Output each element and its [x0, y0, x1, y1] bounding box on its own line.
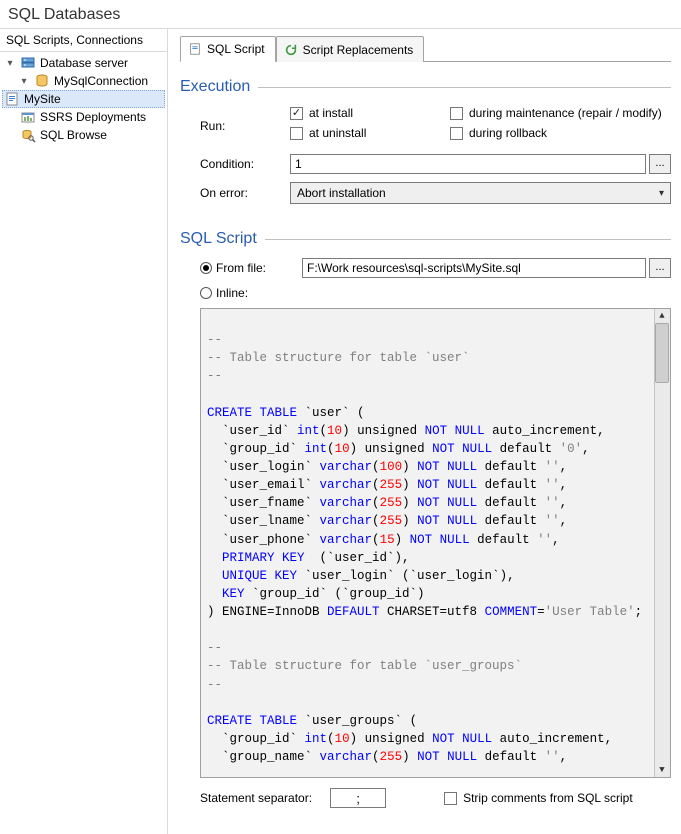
expander-icon[interactable]: ▾ — [4, 58, 16, 69]
tree: ▾ Database server ▾ MySqlConnection — [0, 52, 167, 146]
section-title: Execution — [180, 78, 250, 96]
tree-label: MySite — [24, 92, 61, 106]
scrollbar-track[interactable]: ▲ ▼ — [654, 309, 670, 777]
radio-label: From file: — [216, 261, 266, 275]
checkbox-during-rollback[interactable]: during rollback — [450, 126, 547, 140]
sql-editor[interactable]: -- -- Table structure for table `user` -… — [200, 308, 671, 778]
radio-from-file[interactable]: From file: — [200, 261, 270, 275]
checkbox-icon — [450, 107, 463, 120]
tab-label: SQL Script — [207, 42, 265, 56]
checkbox-label: Strip comments from SQL script — [463, 791, 633, 805]
scrollbar-thumb[interactable] — [655, 323, 669, 383]
section-execution: Execution Run: at install — [180, 78, 671, 212]
tree-label: Database server — [40, 56, 128, 70]
section-title: SQL Script — [180, 230, 257, 248]
divider — [258, 87, 671, 88]
page-title: SQL Databases — [0, 0, 681, 28]
select-value: Abort installation — [297, 186, 386, 200]
chevron-down-icon: ▾ — [659, 188, 664, 199]
checkbox-during-maintenance[interactable]: during maintenance (repair / modify) — [450, 106, 662, 120]
server-icon — [20, 55, 36, 71]
on-error-select[interactable]: Abort installation ▾ — [290, 182, 671, 204]
expander-icon[interactable]: ▾ — [18, 76, 30, 87]
checkbox-label: during rollback — [469, 126, 547, 140]
tree-label: MySqlConnection — [54, 74, 148, 88]
sql-file-icon — [4, 91, 20, 107]
tree-node-ssrs[interactable]: SSRS Deployments — [2, 108, 165, 126]
checkbox-strip-comments[interactable]: Strip comments from SQL script — [444, 791, 633, 805]
checkbox-icon — [450, 127, 463, 140]
checkbox-at-install[interactable]: at install — [290, 106, 440, 120]
separator-input[interactable] — [330, 788, 386, 808]
from-file-input[interactable] — [302, 258, 646, 278]
radio-inline[interactable]: Inline: — [200, 286, 248, 300]
condition-input[interactable] — [290, 154, 646, 174]
ssrs-icon — [20, 109, 36, 125]
tree-node-browse[interactable]: SQL Browse — [2, 126, 165, 144]
checkbox-label: during maintenance (repair / modify) — [469, 106, 662, 120]
section-sql-script: SQL Script From file: ... — [180, 230, 671, 808]
checkbox-at-uninstall[interactable]: at uninstall — [290, 126, 440, 140]
checkbox-label: at install — [309, 106, 353, 120]
checkbox-icon — [290, 107, 303, 120]
checkbox-icon — [290, 127, 303, 140]
checkbox-icon — [444, 792, 457, 805]
run-label: Run: — [200, 119, 290, 133]
tabs: SQL Script Script Replacements — [180, 35, 671, 62]
scroll-down-icon[interactable]: ▼ — [656, 764, 668, 776]
sql-file-icon — [187, 41, 203, 57]
condition-label: Condition: — [200, 157, 290, 171]
tree-label: SQL Browse — [40, 128, 107, 142]
sidebar-title: SQL Scripts, Connections — [0, 29, 167, 52]
separator-label: Statement separator: — [200, 791, 312, 805]
checkbox-label: at uninstall — [309, 126, 366, 140]
radio-icon — [200, 262, 212, 274]
browse-icon — [20, 127, 36, 143]
tree-label: SSRS Deployments — [40, 110, 146, 124]
tree-node-database-server[interactable]: ▾ Database server — [2, 54, 165, 72]
on-error-label: On error: — [200, 186, 290, 200]
main-pane: SQL Script Script Replacements Execution — [168, 29, 681, 834]
divider — [265, 239, 671, 240]
radio-label: Inline: — [216, 286, 248, 300]
tab-label: Script Replacements — [303, 43, 414, 57]
refresh-icon — [283, 42, 299, 58]
from-file-browse-button[interactable]: ... — [649, 258, 671, 278]
tab-script-replacements[interactable]: Script Replacements — [276, 36, 425, 62]
database-icon — [34, 73, 50, 89]
condition-browse-button[interactable]: ... — [649, 154, 671, 174]
radio-icon — [200, 287, 212, 299]
tree-node-script-mysite[interactable]: MySite — [2, 90, 165, 108]
tab-sql-script[interactable]: SQL Script — [180, 36, 276, 62]
sidebar: SQL Scripts, Connections ▾ Database serv… — [0, 29, 168, 834]
scroll-up-icon[interactable]: ▲ — [656, 310, 668, 322]
tree-node-connection[interactable]: ▾ MySqlConnection — [2, 72, 165, 90]
